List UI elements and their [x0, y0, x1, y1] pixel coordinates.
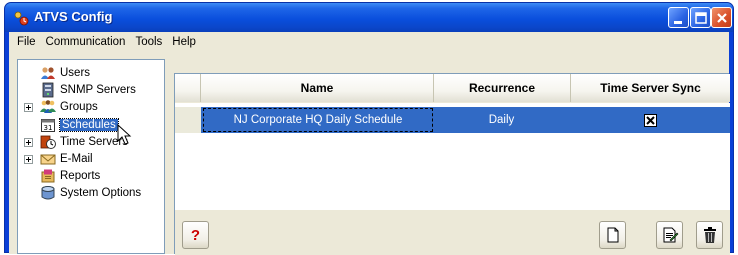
close-button[interactable]	[711, 7, 732, 28]
expand-groups-toggle[interactable]	[24, 103, 33, 112]
delete-schedule-button[interactable]	[696, 221, 723, 249]
minimize-button[interactable]	[668, 7, 689, 28]
cell-time-server-sync	[570, 113, 730, 127]
tree-item-reports[interactable]: Reports	[40, 167, 100, 184]
menu-help[interactable]: Help	[167, 32, 201, 52]
new-document-icon	[607, 227, 618, 243]
app-window: ATVS Config File Communication Tools Hel…	[4, 2, 734, 255]
tree-item-label: Groups	[60, 100, 98, 113]
tree-item-label: Schedules	[59, 117, 119, 132]
trash-icon	[703, 227, 716, 243]
tree-item-label: E-Mail	[60, 152, 93, 165]
tree-item-snmp-servers[interactable]: SNMP Servers	[40, 81, 136, 98]
table-row[interactable]: NJ Corporate HQ Daily Schedule Daily	[175, 107, 730, 133]
expand-time-servers-toggle[interactable]	[24, 138, 33, 147]
checked-x-icon	[645, 115, 655, 125]
title-bar[interactable]: ATVS Config	[5, 3, 733, 32]
navigation-tree[interactable]: Users SNMP Servers Groups 31 Schedules T…	[17, 59, 165, 254]
users-icon	[41, 66, 55, 79]
time-server-sync-checkbox[interactable]	[643, 113, 657, 127]
maximize-button[interactable]	[690, 7, 711, 28]
tree-item-label: SNMP Servers	[60, 83, 136, 96]
tree-item-time-servers[interactable]: Time Servers	[40, 133, 128, 150]
atvs-app-icon	[14, 11, 29, 26]
tree-item-label: Users	[60, 66, 91, 79]
calendar-icon: 31	[41, 118, 55, 132]
row-selector[interactable]	[175, 107, 201, 133]
grid-header: Name Recurrence Time Server Sync	[175, 74, 730, 102]
schedules-grid: NJ Corporate HQ Daily Schedule Daily	[175, 103, 730, 210]
groups-icon	[40, 99, 56, 113]
menu-bar: File Communication Tools Help	[9, 32, 729, 52]
mouse-pointer-icon	[117, 124, 132, 145]
tree-item-users[interactable]: Users	[40, 64, 90, 81]
expand-email-toggle[interactable]	[24, 155, 33, 164]
window-title: ATVS Config	[34, 9, 113, 24]
schedules-panel: Name Recurrence Time Server Sync NJ Corp…	[174, 73, 730, 255]
column-header-recurrence[interactable]: Recurrence	[434, 74, 571, 102]
time-server-icon	[40, 135, 56, 149]
menu-file[interactable]: File	[12, 32, 41, 52]
new-schedule-button[interactable]	[599, 221, 626, 249]
svg-text:31: 31	[44, 124, 53, 132]
row-header-corner	[175, 74, 201, 102]
tree-item-label: System Options	[60, 186, 142, 199]
edit-icon	[663, 227, 678, 243]
tree-item-label: Reports	[60, 169, 101, 182]
maximize-icon	[695, 12, 707, 24]
close-icon	[717, 13, 727, 23]
column-header-time-server-sync[interactable]: Time Server Sync	[571, 74, 730, 102]
reports-icon	[41, 169, 55, 182]
client-area: File Communication Tools Help Users SNMP…	[9, 32, 730, 255]
cell-name[interactable]: NJ Corporate HQ Daily Schedule	[203, 108, 433, 132]
email-icon	[40, 154, 56, 164]
tree-item-email[interactable]: E-Mail	[40, 150, 93, 167]
help-icon: ?	[190, 226, 201, 244]
menu-tools[interactable]: Tools	[130, 32, 167, 52]
help-button[interactable]: ?	[182, 221, 209, 249]
server-icon	[42, 82, 54, 97]
tree-item-groups[interactable]: Groups	[40, 98, 98, 115]
minimize-icon	[674, 21, 682, 24]
panel-toolbar: ?	[175, 210, 730, 255]
menu-communication[interactable]: Communication	[41, 32, 131, 52]
tree-item-schedules[interactable]: 31 Schedules	[40, 116, 119, 133]
edit-schedule-button[interactable]	[656, 221, 683, 249]
tree-item-system-options[interactable]: System Options	[40, 184, 141, 201]
column-header-name[interactable]: Name	[201, 74, 434, 102]
system-options-icon	[41, 185, 55, 199]
cell-recurrence[interactable]: Daily	[433, 114, 570, 126]
